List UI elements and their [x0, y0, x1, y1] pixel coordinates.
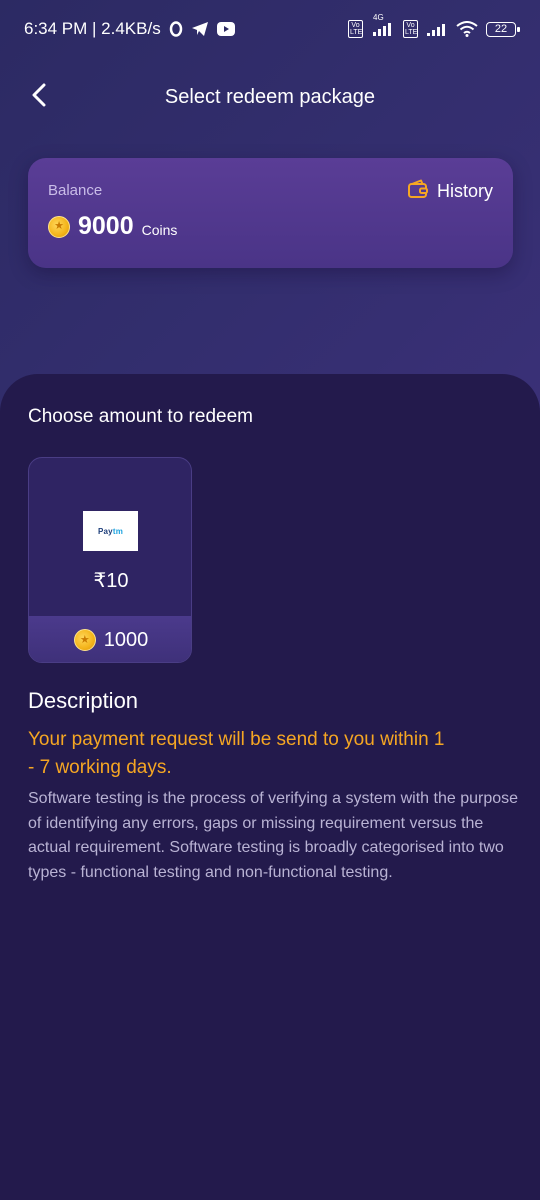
- battery-level: 22: [494, 23, 508, 35]
- package-footer: ★ 1000: [29, 616, 191, 662]
- balance-amount: 9000: [78, 212, 134, 240]
- status-time-speed: 6:34 PM | 2.4KB/s: [24, 19, 161, 38]
- wifi-icon: [456, 21, 478, 37]
- history-label: History: [436, 181, 493, 201]
- battery-icon: 22: [486, 21, 520, 37]
- description-highlight: Your payment request will be send to you…: [28, 729, 445, 778]
- package-card-paytm-10[interactable]: Paytm ₹10 ★ 1000: [28, 457, 192, 663]
- network-type-label: 4G: [373, 13, 384, 22]
- status-bar: 6:34 PM | 2.4KB/s Vo LTE 4G Vo LTE 22: [0, 0, 540, 58]
- signal-icon: 4G: [371, 13, 395, 36]
- coin-icon: ★: [73, 629, 96, 651]
- volte-icon: Vo LTE: [348, 20, 363, 38]
- paytm-logo-text-a: Pay: [97, 526, 113, 536]
- package-amount: ₹10: [93, 570, 129, 592]
- status-right: Vo LTE 4G Vo LTE 22: [348, 13, 520, 38]
- balance-unit: Coins: [141, 221, 178, 238]
- coin-icon: ★: [48, 215, 70, 238]
- chevron-left-icon: [30, 83, 48, 112]
- package-coins: 1000: [103, 628, 149, 651]
- volte-icon-2: Vo LTE: [403, 20, 418, 38]
- status-left: 6:34 PM | 2.4KB/s: [24, 19, 235, 39]
- paytm-logo-text: Paytm: [98, 527, 123, 536]
- balance-row: ★ 9000 Coins: [48, 212, 177, 241]
- balance-label: Balance: [48, 182, 103, 199]
- description-body: Software testing is the process of verif…: [28, 790, 519, 881]
- balance-card: Balance ★ 9000 Coins History: [28, 158, 513, 268]
- redeem-section-title: Choose amount to redeem: [28, 406, 253, 427]
- wallet-icon: [407, 178, 429, 205]
- description-title: Description: [28, 688, 139, 713]
- paytm-logo: Paytm: [83, 511, 138, 551]
- youtube-icon: [216, 22, 235, 36]
- header: Select redeem package: [0, 72, 540, 122]
- o-icon: [169, 21, 183, 37]
- paytm-logo-text-b: tm: [112, 526, 124, 536]
- page-title: Select redeem package: [164, 85, 376, 108]
- signal-icon-2: [426, 22, 448, 36]
- telegram-icon: [191, 21, 209, 37]
- history-button[interactable]: History: [407, 178, 493, 205]
- back-button[interactable]: [22, 80, 56, 114]
